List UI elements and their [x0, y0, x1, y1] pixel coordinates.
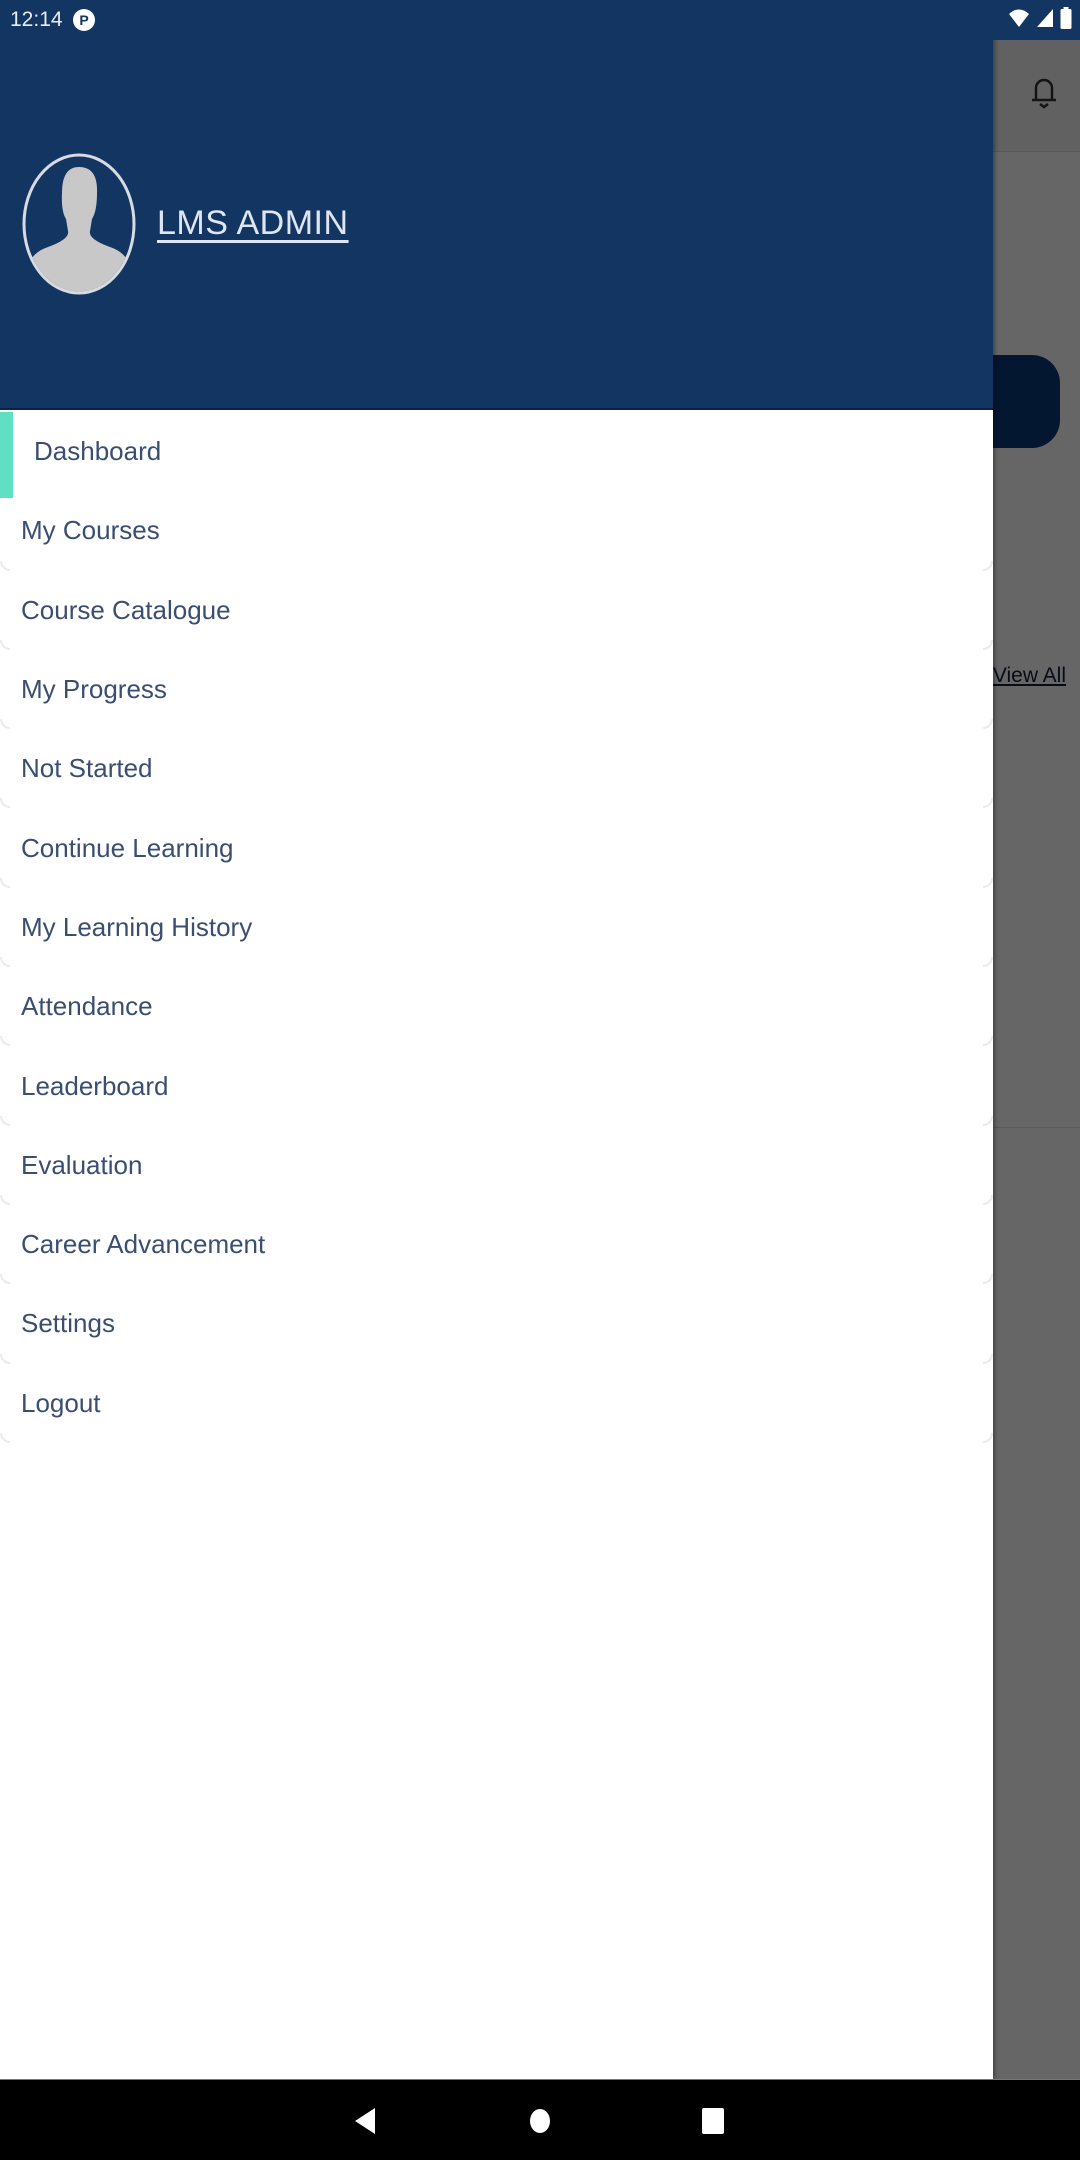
divider: [983, 719, 993, 730]
user-avatar-icon[interactable]: [22, 153, 136, 295]
divider: [983, 798, 993, 809]
menu-item-course-catalogue[interactable]: Course Catalogue: [0, 571, 993, 650]
divider: [0, 1432, 10, 1443]
divider: [983, 639, 993, 650]
menu-item-label: Attendance: [21, 991, 153, 1022]
home-button[interactable]: [500, 2080, 580, 2160]
menu-item-label: Leaderboard: [21, 1070, 169, 1101]
home-icon: [530, 2108, 550, 2133]
menu-item-not-started[interactable]: Not Started: [0, 729, 993, 809]
divider: [0, 1115, 10, 1126]
divider: [0, 719, 10, 730]
menu-item-dashboard[interactable]: Dashboard: [0, 412, 993, 498]
menu-item-label: My Progress: [21, 674, 167, 705]
drawer-header: [0, 40, 993, 410]
divider: [0, 560, 10, 571]
menu-item-leaderboard[interactable]: Leaderboard: [0, 1046, 993, 1126]
user-name-link[interactable]: LMS ADMIN: [157, 204, 349, 243]
menu-item-my-learning-history[interactable]: My Learning History: [0, 888, 993, 968]
menu-item-label: Career Advancement: [21, 1229, 266, 1260]
back-button[interactable]: [325, 2080, 405, 2160]
app-notification-icon: P: [73, 9, 95, 31]
recents-button[interactable]: [673, 2080, 753, 2160]
divider: [0, 639, 10, 650]
menu-item-evaluation[interactable]: Evaluation: [0, 1126, 993, 1205]
menu-item-label: Dashboard: [34, 436, 162, 467]
active-indicator: [0, 412, 13, 498]
menu-item-label: Course Catalogue: [21, 594, 231, 625]
drawer-menu: Dashboard My Courses Course Catalogue My…: [0, 412, 993, 1443]
signal-icon: [1036, 8, 1054, 33]
menu-item-continue-learning[interactable]: Continue Learning: [0, 808, 993, 888]
divider: [983, 1274, 993, 1285]
divider: [0, 957, 10, 968]
menu-item-attendance[interactable]: Attendance: [0, 967, 993, 1047]
divider: [0, 1036, 10, 1047]
menu-item-label: My Learning History: [21, 911, 253, 942]
menu-item-label: Logout: [21, 1387, 101, 1418]
wifi-icon: [1008, 8, 1030, 33]
navigation-drawer: LMS ADMIN Dashboard My Courses Course Ca…: [0, 0, 993, 2079]
battery-icon: [1060, 6, 1072, 34]
menu-item-label: Settings: [21, 1308, 115, 1339]
back-icon: [355, 2107, 375, 2134]
divider: [983, 1036, 993, 1047]
menu-item-my-progress[interactable]: My Progress: [0, 650, 993, 730]
menu-item-career-advancement[interactable]: Career Advancement: [0, 1205, 993, 1285]
menu-item-label: Not Started: [21, 753, 153, 784]
divider: [983, 1353, 993, 1364]
divider: [0, 798, 10, 809]
divider: [0, 1353, 10, 1364]
menu-item-logout[interactable]: Logout: [0, 1364, 993, 1443]
menu-item-label: Evaluation: [21, 1149, 143, 1180]
status-time: 12:14: [10, 8, 63, 31]
menu-item-label: My Courses: [21, 515, 160, 546]
divider: [983, 877, 993, 888]
divider: [983, 560, 993, 571]
menu-item-settings[interactable]: Settings: [0, 1284, 993, 1364]
status-bar: 12:14 P: [0, 0, 1080, 40]
divider: [983, 1432, 993, 1443]
menu-item-my-courses[interactable]: My Courses: [0, 491, 993, 571]
divider: [983, 1194, 993, 1205]
divider: [983, 957, 993, 968]
divider: [0, 1194, 10, 1205]
divider: [0, 1274, 10, 1285]
divider: [983, 1115, 993, 1126]
recents-icon: [702, 2107, 724, 2134]
system-nav-bar: [0, 2079, 1080, 2160]
menu-item-label: Continue Learning: [21, 832, 234, 863]
divider: [0, 877, 10, 888]
